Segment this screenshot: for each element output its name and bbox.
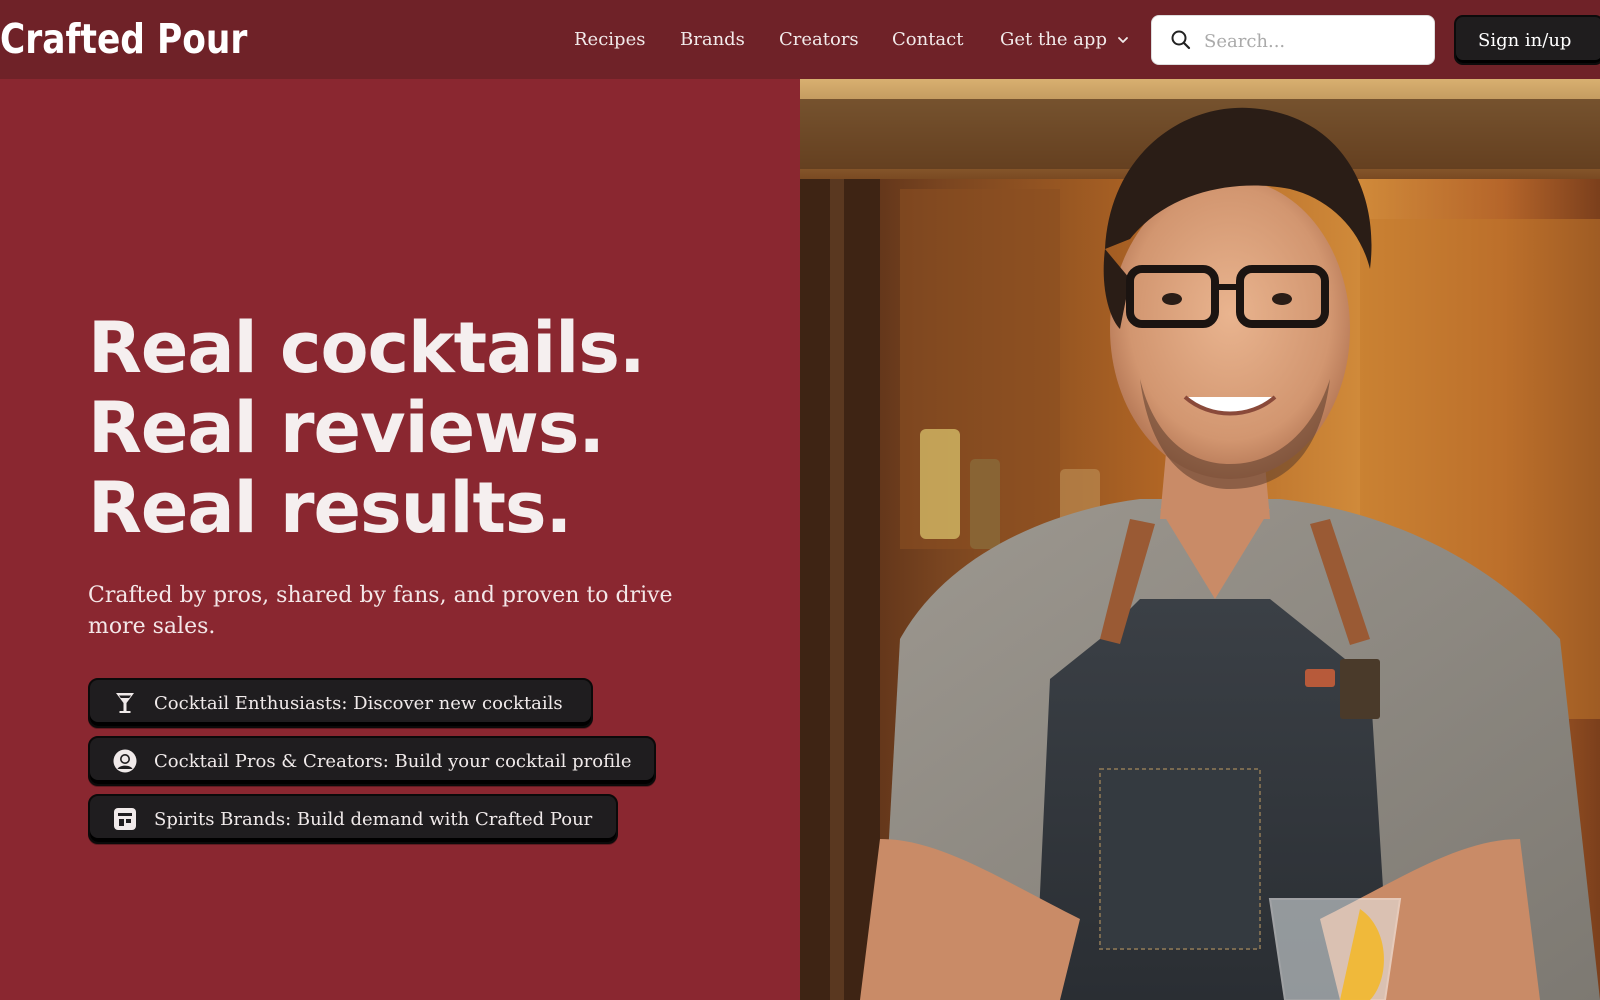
nav-creators-link[interactable]: Creators — [779, 29, 859, 50]
cta-spirits-brands-label: Spirits Brands: Build demand with Crafte… — [154, 808, 593, 830]
nav-contact-link[interactable]: Contact — [892, 29, 963, 50]
sign-in-button[interactable]: Sign in/up — [1454, 15, 1600, 65]
chevron-down-icon — [1118, 36, 1128, 43]
nav-brands-link[interactable]: Brands — [680, 29, 745, 50]
brand-logo[interactable]: Crafted Pour — [0, 14, 247, 64]
hero-subtitle: Crafted by pros, shared by fans, and pro… — [88, 583, 673, 639]
headline-line-1: Real cocktails. — [88, 307, 646, 389]
hero-bartender-photo — [800, 79, 1600, 1000]
cta-enthusiasts-button[interactable]: Cocktail Enthusiasts: Discover new cockt… — [88, 678, 593, 728]
bartender-illustration — [800, 79, 1600, 1000]
storefront-icon — [114, 808, 136, 830]
cocktail-glass-icon — [116, 693, 134, 713]
user-profile-icon — [113, 749, 137, 773]
search-icon — [1171, 30, 1191, 50]
get-the-app-label: Get the app — [1000, 29, 1107, 50]
cta-pros-creators-label: Cocktail Pros & Creators: Build your coc… — [154, 750, 632, 772]
hero-headline: Real cocktails. Real reviews. Real resul… — [88, 307, 646, 549]
nav-recipes-link[interactable]: Recipes — [574, 29, 645, 50]
cta-spirits-brands-button[interactable]: Spirits Brands: Build demand with Crafte… — [88, 794, 618, 844]
headline-line-3: Real results. — [88, 467, 572, 549]
headline-line-2: Real reviews. — [88, 387, 605, 469]
get-the-app-dropdown[interactable]: Get the app — [1000, 29, 1129, 50]
top-navigation-bar: Crafted Pour Recipes Brands Creators Con… — [0, 0, 1600, 79]
cta-pros-creators-button[interactable]: Cocktail Pros & Creators: Build your coc… — [88, 736, 656, 786]
cta-enthusiasts-label: Cocktail Enthusiasts: Discover new cockt… — [154, 692, 563, 714]
search-box[interactable] — [1151, 15, 1435, 65]
search-input[interactable] — [1204, 26, 1424, 56]
